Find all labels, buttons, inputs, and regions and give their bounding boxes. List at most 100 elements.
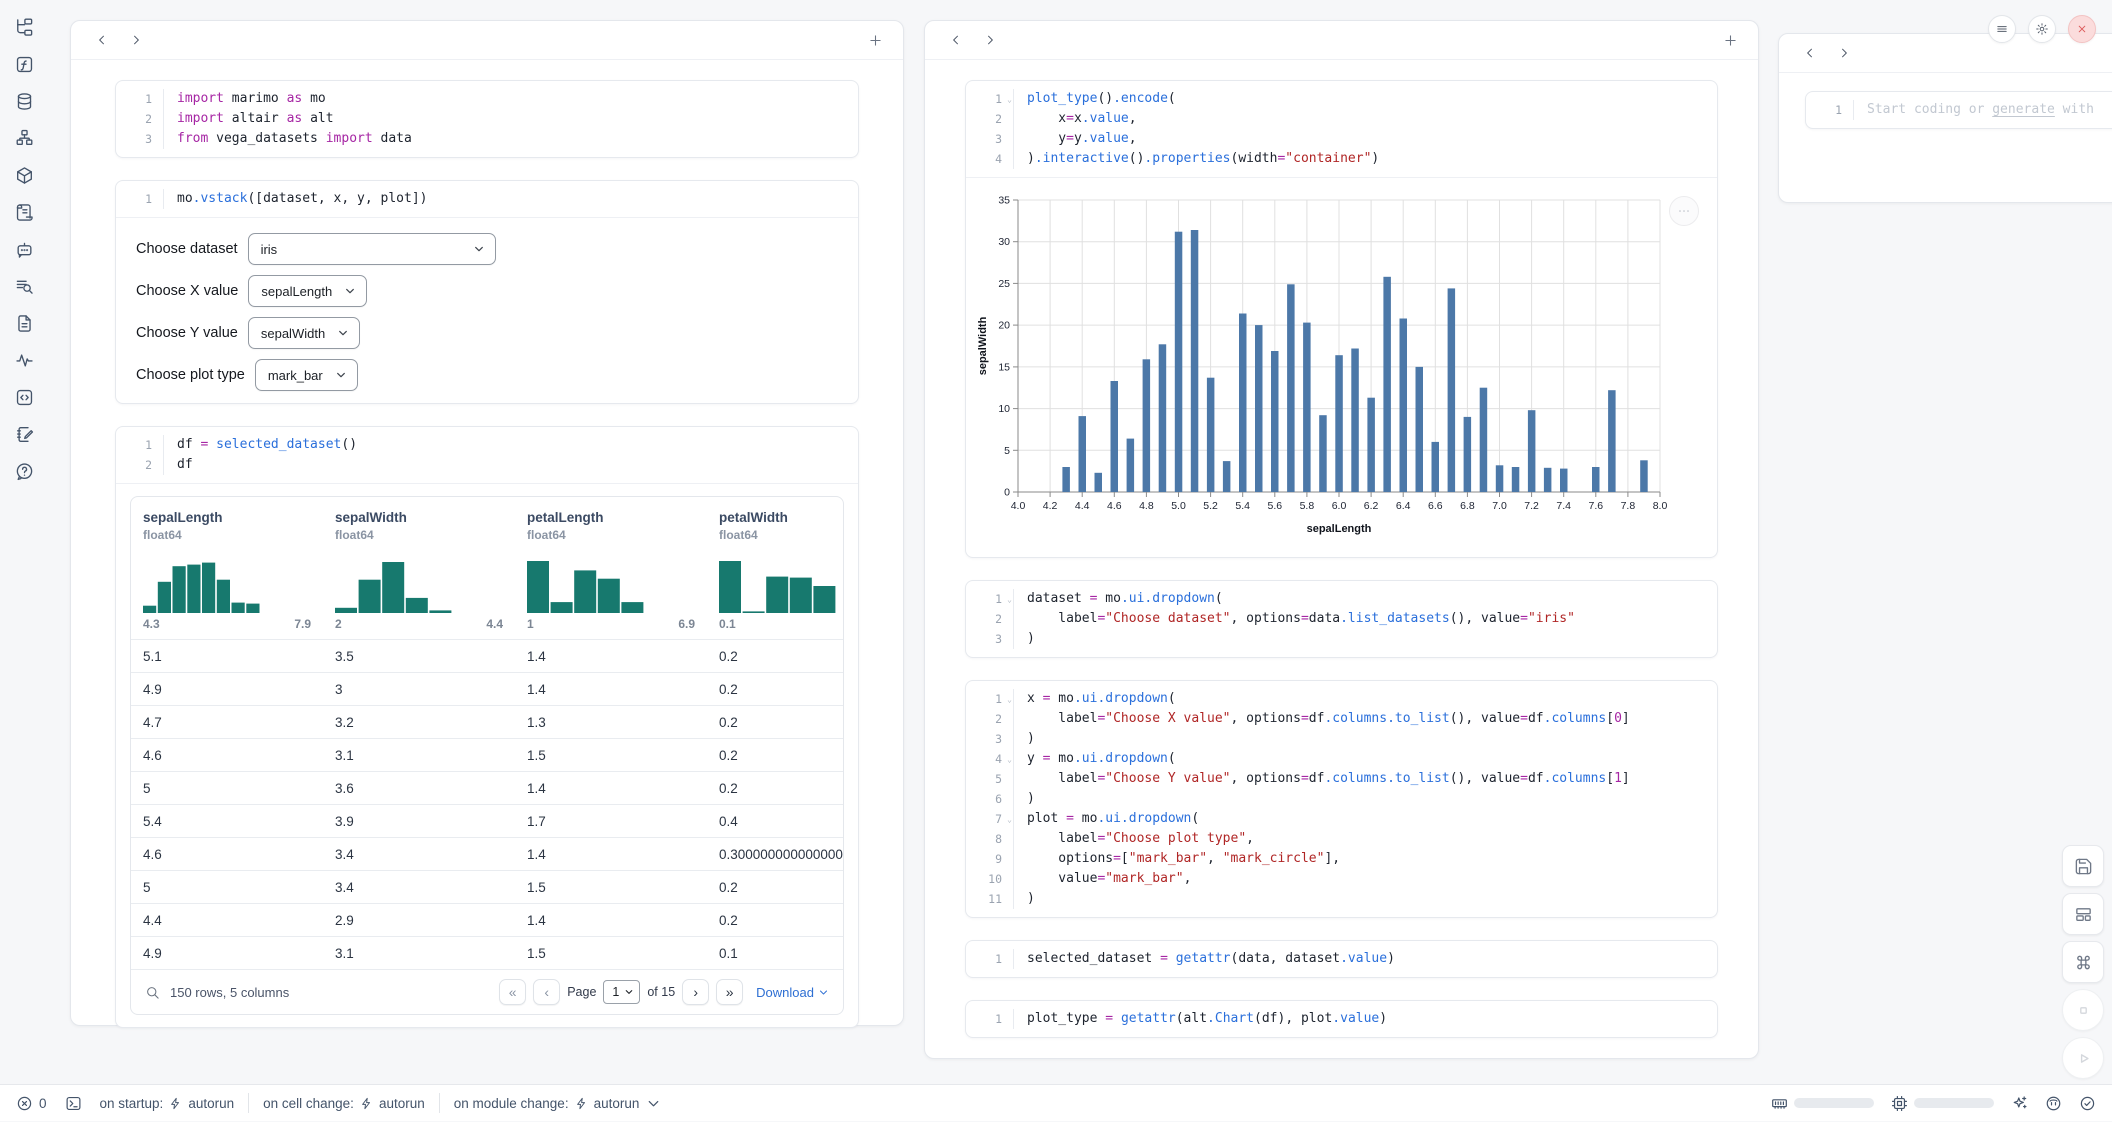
code-line[interactable]: 2df <box>116 455 858 475</box>
code-line[interactable]: 1⌄plot_type().encode( <box>966 89 1717 109</box>
altair-bar-chart[interactable]: 4.04.24.44.64.85.05.25.45.65.86.06.26.46… <box>974 190 1674 542</box>
code-editor[interactable]: 1selected_dataset = getattr(data, datase… <box>966 941 1717 977</box>
scroll-right-button[interactable] <box>1827 40 1861 66</box>
sidebar-documentation-button[interactable] <box>0 305 48 342</box>
code-editor[interactable]: 1df = selected_dataset()2df <box>116 427 858 483</box>
first-page-button[interactable]: « <box>499 979 526 1005</box>
code-line[interactable]: 3) <box>966 729 1717 749</box>
table-row[interactable]: 53.61.40.2setosa <box>131 772 843 805</box>
scroll-left-button[interactable] <box>939 27 973 53</box>
stop-kernel-button[interactable] <box>2062 989 2104 1031</box>
code-line[interactable]: 1⌄x = mo.ui.dropdown( <box>966 689 1717 709</box>
code-line[interactable]: 3) <box>966 629 1717 649</box>
scroll-left-button[interactable] <box>85 27 119 53</box>
sidebar-packages-button[interactable] <box>0 157 48 194</box>
copilot-status-button[interactable] <box>2045 1095 2062 1112</box>
next-page-button[interactable]: › <box>682 979 709 1005</box>
sidebar-functions-button[interactable] <box>0 46 48 83</box>
close-panel-button[interactable] <box>2068 15 2096 43</box>
code-line[interactable]: 1selected_dataset = getattr(data, datase… <box>966 949 1717 969</box>
table-row[interactable]: 4.63.11.50.2setosa <box>131 739 843 772</box>
code-editor[interactable]: 1import marimo as mo2import altair as al… <box>116 81 858 157</box>
code-editor[interactable]: 1⌄x = mo.ui.dropdown(2 label="Choose X v… <box>966 681 1717 917</box>
generate-link[interactable]: generate <box>1992 102 2055 117</box>
table-row[interactable]: 4.63.41.40.30000000000000004setosa <box>131 838 843 871</box>
layout-toggle-button[interactable] <box>2062 893 2104 935</box>
on-startup-setting[interactable]: on startup: autorun <box>100 1096 235 1111</box>
dropdown-select[interactable]: mark_bar <box>255 359 358 391</box>
code-line[interactable]: 4⌄y = mo.ui.dropdown( <box>966 749 1717 769</box>
last-page-button[interactable]: » <box>716 979 743 1005</box>
dropdown-select[interactable]: iris <box>248 233 496 265</box>
table-search-button[interactable] <box>145 985 160 1000</box>
code-line[interactable]: 1plot_type = getattr(alt.Chart(df), plot… <box>966 1009 1717 1029</box>
code-line[interactable]: 10 value="mark_bar", <box>966 869 1717 889</box>
code-line[interactable]: 11) <box>966 889 1717 909</box>
sidebar-outline-button[interactable] <box>0 194 48 231</box>
scroll-right-button[interactable] <box>973 27 1007 53</box>
table-row[interactable]: 4.931.40.2setosa <box>131 673 843 706</box>
chart-menu-button[interactable] <box>1669 196 1699 226</box>
prev-page-button[interactable]: ‹ <box>533 979 560 1005</box>
dropdown-select[interactable]: sepalLength <box>248 275 367 307</box>
sidebar-tracing-button[interactable] <box>0 342 48 379</box>
code-line[interactable]: 1import marimo as mo <box>116 89 858 109</box>
sidebar-file-explorer-button[interactable] <box>0 9 48 46</box>
on-module-change-setting[interactable]: on module change: autorun <box>454 1095 663 1112</box>
settings-button[interactable] <box>2028 15 2056 43</box>
code-line[interactable]: 1mo.vstack([dataset, x, y, plot]) <box>116 189 858 209</box>
code-line[interactable]: 2 x=x.value, <box>966 109 1717 129</box>
command-palette-button[interactable] <box>2062 941 2104 983</box>
sidebar-datasources-button[interactable] <box>0 83 48 120</box>
code-placeholder[interactable]: Start coding or generate with <box>1854 100 2094 120</box>
table-row[interactable]: 5.13.51.40.2setosa <box>131 640 843 673</box>
dropdown-select[interactable]: sepalWidth <box>248 317 360 349</box>
sidebar-scratchpad-button[interactable] <box>0 416 48 453</box>
code-line[interactable]: 8 label="Choose plot type", <box>966 829 1717 849</box>
table-row[interactable]: 4.42.91.40.2setosa <box>131 904 843 937</box>
memory-usage[interactable] <box>1771 1095 1874 1112</box>
download-button[interactable]: Download <box>756 985 829 1000</box>
sidebar-ai-chat-button[interactable] <box>0 231 48 268</box>
notebook-menu-button[interactable] <box>1988 15 2016 43</box>
table-row[interactable]: 5.43.91.70.4setosa <box>131 805 843 838</box>
code-line[interactable]: 4).interactive().properties(width="conta… <box>966 149 1717 169</box>
sidebar-logs-button[interactable] <box>0 268 48 305</box>
code-editor[interactable]: 1⌄dataset = mo.ui.dropdown(2 label="Choo… <box>966 581 1717 657</box>
column-header[interactable]: petalLengthfloat6416.9 <box>515 497 707 640</box>
code-editor[interactable]: 1mo.vstack([dataset, x, y, plot]) <box>116 181 858 217</box>
scroll-left-button[interactable] <box>1793 40 1827 66</box>
code-line[interactable]: 9 options=["mark_bar", "mark_circle"], <box>966 849 1717 869</box>
add-column-button[interactable] <box>861 27 889 53</box>
code-line[interactable]: 2 label="Choose dataset", options=data.l… <box>966 609 1717 629</box>
terminal-button[interactable] <box>65 1095 82 1112</box>
on-cell-change-setting[interactable]: on cell change: autorun <box>263 1096 425 1111</box>
code-line[interactable]: 1df = selected_dataset() <box>116 435 858 455</box>
page-select[interactable]: 1 <box>603 980 640 1004</box>
cpu-usage[interactable] <box>1891 1095 1994 1112</box>
code-editor[interactable]: 1plot_type = getattr(alt.Chart(df), plot… <box>966 1001 1717 1037</box>
table-row[interactable]: 53.41.50.2setosa <box>131 871 843 904</box>
code-editor[interactable]: 1⌄plot_type().encode(2 x=x.value,3 y=y.v… <box>966 81 1717 177</box>
scroll-right-button[interactable] <box>119 27 153 53</box>
table-row[interactable]: 4.93.11.50.1setosa <box>131 937 843 970</box>
code-line[interactable]: 6) <box>966 789 1717 809</box>
column-header[interactable]: petalWidthfloat640.12.5 <box>707 497 843 640</box>
run-all-button[interactable] <box>2062 1037 2104 1079</box>
code-line[interactable]: 7⌄plot = mo.ui.dropdown( <box>966 809 1717 829</box>
error-counter[interactable]: 0 <box>16 1095 47 1112</box>
add-column-button[interactable] <box>1716 27 1744 53</box>
code-line[interactable]: 2 label="Choose X value", options=df.col… <box>966 709 1717 729</box>
column-header[interactable]: sepalWidthfloat6424.4 <box>323 497 515 640</box>
save-notebook-button[interactable] <box>2062 845 2104 887</box>
code-line[interactable]: 5 label="Choose Y value", options=df.col… <box>966 769 1717 789</box>
connection-status-button[interactable] <box>2079 1095 2096 1112</box>
code-line[interactable]: 3from vega_datasets import data <box>116 129 858 149</box>
sidebar-variables-button[interactable] <box>0 120 48 157</box>
code-line[interactable]: 1⌄dataset = mo.ui.dropdown( <box>966 589 1717 609</box>
table-row[interactable]: 4.73.21.30.2setosa <box>131 706 843 739</box>
column-header[interactable]: sepalLengthfloat644.37.9 <box>131 497 323 640</box>
sidebar-help-button[interactable] <box>0 453 48 490</box>
code-line[interactable]: 3 y=y.value, <box>966 129 1717 149</box>
sidebar-snippets-button[interactable] <box>0 379 48 416</box>
